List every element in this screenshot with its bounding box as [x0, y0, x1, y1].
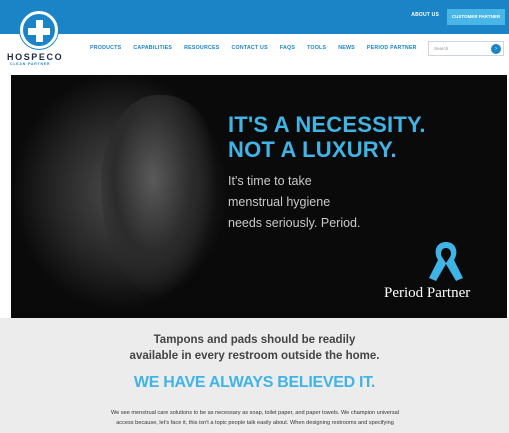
- main-nav: PRODUCTS CAPABILITIES RESOURCES CONTACT …: [90, 45, 429, 55]
- search-placeholder: Search: [434, 46, 449, 51]
- nav-item-tools[interactable]: TOOLS: [307, 45, 326, 55]
- brand-name[interactable]: HOSPECO: [7, 52, 63, 62]
- nav-item-capabilities[interactable]: CAPABILITIES: [133, 45, 172, 55]
- hero-headline: IT'S A NECESSITY. NOT A LUXURY.: [228, 112, 426, 162]
- intro-paragraph: We see menstrual care solutions to be as…: [110, 410, 400, 426]
- period-partner-logo[interactable]: Period Partner: [384, 285, 470, 302]
- top-bar: ABOUT US CUSTOMER PARTNER: [0, 0, 509, 34]
- customer-partner-button[interactable]: CUSTOMER PARTNER: [447, 9, 505, 25]
- search-icon[interactable]: ›: [491, 44, 501, 54]
- intro-question: Tampons and pads should be readily avail…: [129, 334, 380, 362]
- nav-item-faqs[interactable]: FAQS: [280, 45, 295, 55]
- logo[interactable]: [20, 11, 58, 49]
- about-us-link[interactable]: ABOUT US: [411, 12, 439, 18]
- intro-section: Tampons and pads should be readily avail…: [0, 318, 509, 433]
- brand-tagline: CLEAN·PARTNER: [10, 62, 51, 66]
- nav-item-news[interactable]: NEWS: [338, 45, 355, 55]
- nav-item-period-partner[interactable]: PERIOD PARTNER: [367, 45, 417, 55]
- nav-item-products[interactable]: PRODUCTS: [90, 45, 121, 55]
- nav-item-resources[interactable]: RESOURCES: [184, 45, 219, 55]
- hero-banner: IT'S A NECESSITY. NOT A LUXURY. It's tim…: [11, 75, 507, 318]
- believe-heading: WE HAVE ALWAYS BELIEVED IT.: [133, 374, 376, 391]
- nav-item-contact-us[interactable]: CONTACT US: [231, 45, 267, 55]
- awareness-ribbon-icon: [429, 242, 463, 281]
- search-input[interactable]: Search ›: [428, 41, 504, 56]
- hero-subheadline: It's time to take menstrual hygiene need…: [228, 174, 361, 230]
